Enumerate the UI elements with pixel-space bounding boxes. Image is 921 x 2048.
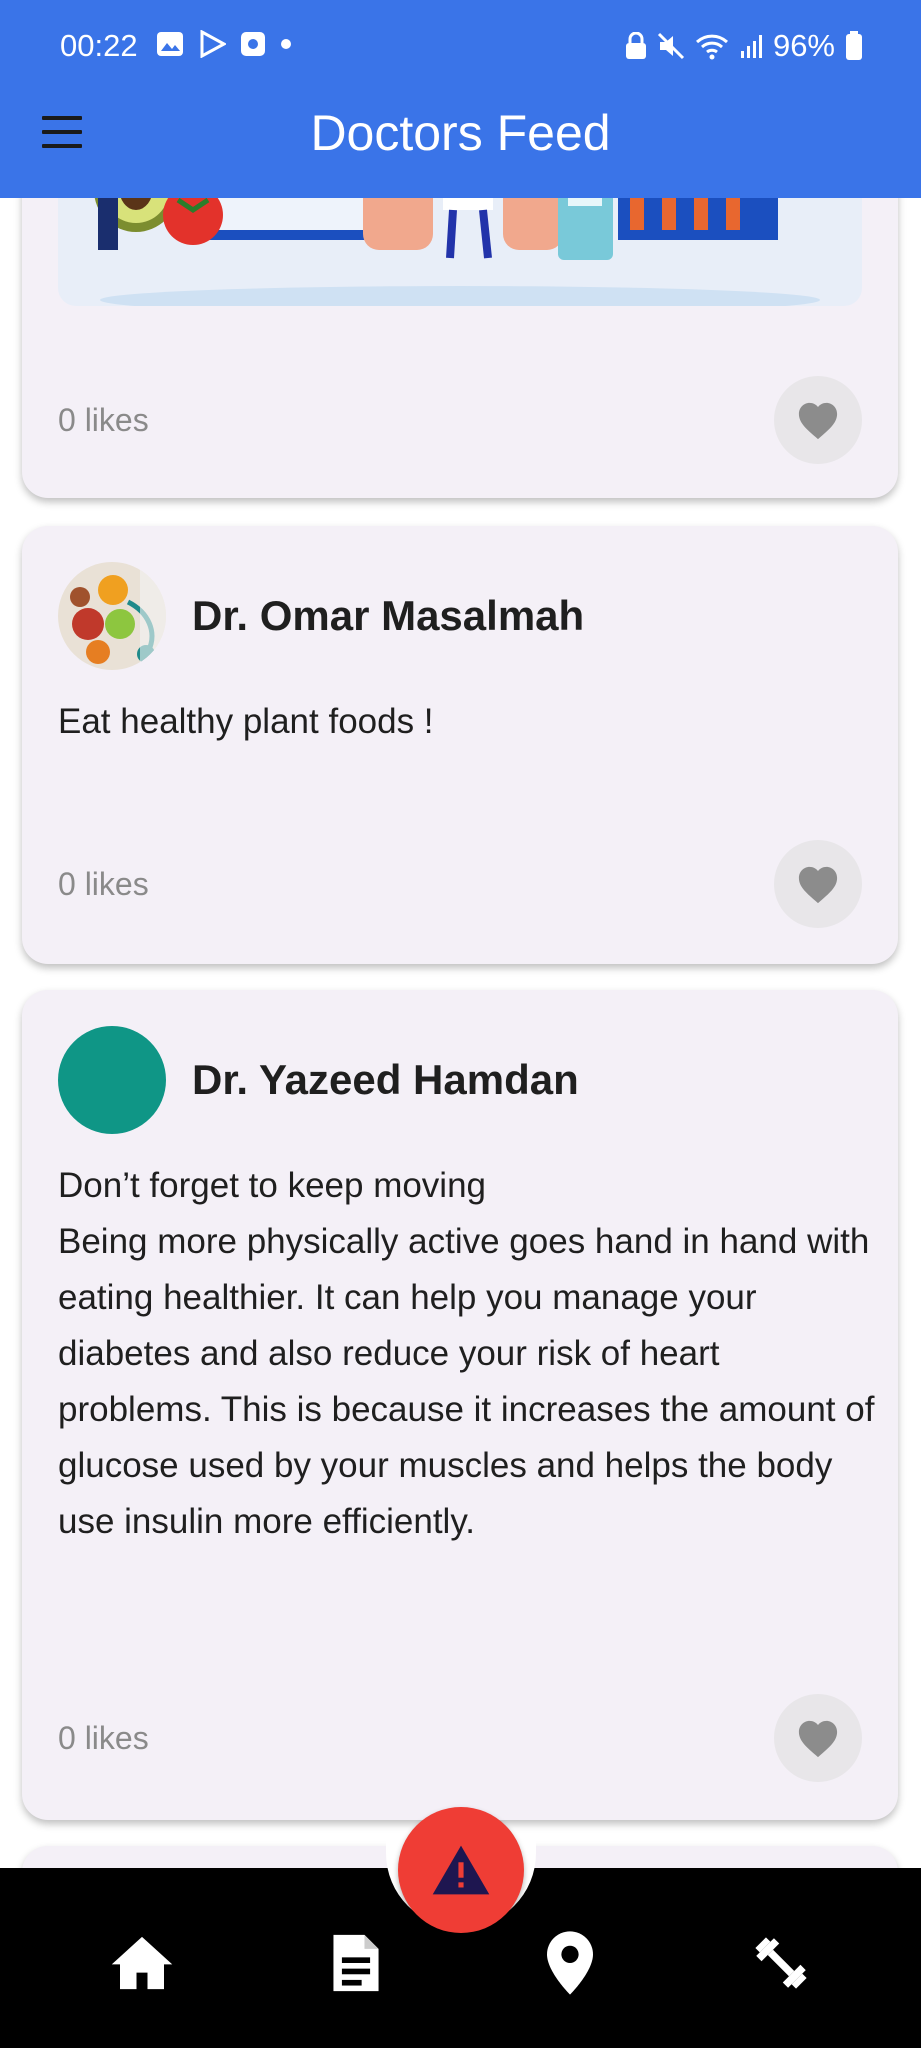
article-icon <box>333 1934 379 1992</box>
status-time: 00:22 <box>60 28 138 63</box>
doctor-name: Dr. Omar Masalmah <box>192 592 585 639</box>
mute-icon <box>657 32 685 60</box>
emergency-button[interactable] <box>398 1807 524 1933</box>
like-button[interactable] <box>774 840 862 928</box>
fitness-icon <box>755 1937 807 1989</box>
post-card: 0 likes <box>22 150 898 498</box>
battery-icon <box>846 31 862 60</box>
heart-icon <box>798 1720 838 1758</box>
nav-location[interactable] <box>535 1928 605 1998</box>
post-text: Don’t forget to keep moving Being more p… <box>58 1166 875 1541</box>
post-text: Eat healthy plant foods ! <box>58 702 434 741</box>
battery-percent: 96% <box>772 28 835 63</box>
doctor-name: Dr. Yazeed Hamdan <box>192 1056 579 1103</box>
notification-icons <box>156 30 292 58</box>
signal-icon <box>740 35 762 58</box>
heart-icon <box>798 402 838 440</box>
doctor-avatar <box>58 1026 166 1134</box>
post-card: Dr. Yazeed Hamdan Don’t forget to keep m… <box>22 990 898 1820</box>
dot-icon <box>281 39 291 49</box>
location-icon <box>547 1931 593 1995</box>
likes-count: 0 likes <box>58 866 149 902</box>
likes-count: 0 likes <box>58 1720 149 1756</box>
nav-home[interactable] <box>107 1928 177 1998</box>
app-bar: 00:22 96% Doctors Feed <box>0 0 921 198</box>
wifi-icon <box>695 34 728 60</box>
status-right: 96% <box>625 28 863 64</box>
likes-count: 0 likes <box>58 402 149 438</box>
app-notification-icon <box>241 32 265 56</box>
gallery-icon <box>157 32 183 56</box>
lock-icon <box>625 32 646 59</box>
home-icon <box>111 1936 173 1990</box>
like-button[interactable] <box>774 376 862 464</box>
nav-fitness[interactable] <box>746 1928 816 1998</box>
post-card: Dr. Omar Masalmah Eat healthy plant food… <box>22 526 898 964</box>
nav-articles[interactable] <box>321 1928 391 1998</box>
like-button[interactable] <box>774 1694 862 1782</box>
play-store-icon <box>200 30 226 58</box>
heart-icon <box>798 866 838 904</box>
doctor-avatar <box>58 562 166 670</box>
warning-icon <box>432 1845 490 1895</box>
page-title: Doctors Feed <box>310 105 611 161</box>
